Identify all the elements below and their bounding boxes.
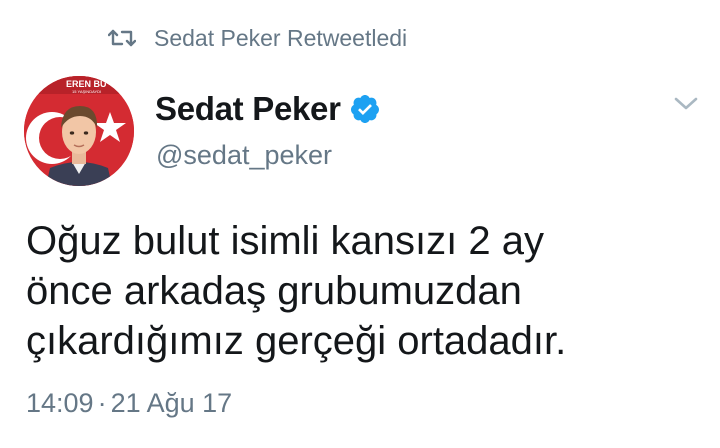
timestamp-separator: · [97, 388, 107, 418]
svg-text:15 YAŞINDAYDI: 15 YAŞINDAYDI [72, 89, 101, 94]
avatar-flag-portrait: EREN BÜ 15 YAŞINDAYDI [24, 76, 134, 186]
avatar[interactable]: EREN BÜ 15 YAŞINDAYDI [24, 76, 134, 186]
verified-badge-icon [350, 95, 379, 123]
retweet-context[interactable]: Sedat Peker Retweetledi [108, 22, 407, 54]
author-name-text: Sedat Peker [155, 90, 341, 127]
retweet-icon [108, 29, 136, 47]
author-handle[interactable]: @sedat_peker [156, 140, 332, 171]
tweet-text: Oğuz bulut isimli kansızı 2 ay önce arka… [26, 219, 567, 363]
tweet-timestamp[interactable]: 14:09 · 21 Ağu 17 [26, 388, 232, 419]
tweet-date: 21 Ağu 17 [110, 388, 233, 418]
svg-text:EREN BÜ: EREN BÜ [66, 79, 107, 89]
chevron-down-icon[interactable] [673, 95, 699, 113]
retweet-label: Sedat Peker Retweetledi [154, 24, 408, 51]
tweet-time: 14:09 [26, 388, 94, 418]
author-name[interactable]: Sedat Peker [155, 90, 381, 128]
